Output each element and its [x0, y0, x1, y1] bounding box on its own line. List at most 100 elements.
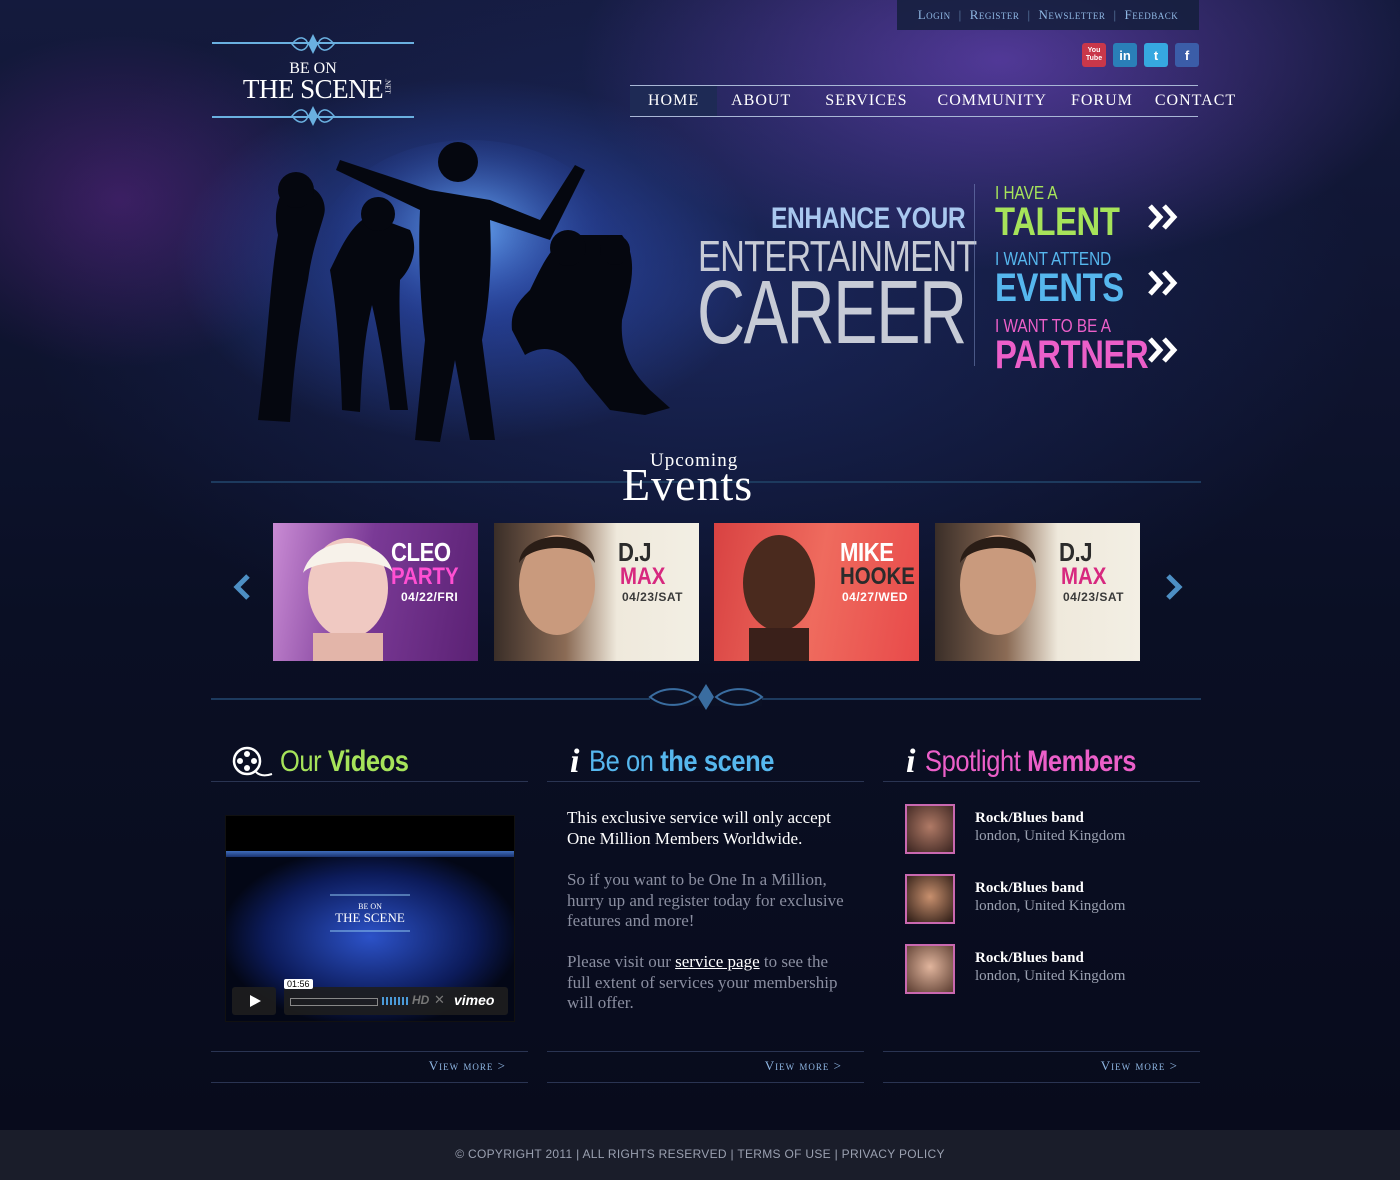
nav-contact[interactable]: Contact — [1155, 86, 1236, 116]
scene-title-light: Be on — [589, 745, 654, 778]
carousel-prev-arrow-icon[interactable] — [232, 574, 252, 600]
linkedin-icon[interactable]: in — [1113, 43, 1137, 67]
info-icon: i — [570, 743, 580, 780]
event-card-portrait — [303, 538, 393, 661]
hero-divider — [974, 184, 975, 366]
event-card-portrait — [519, 535, 595, 635]
facebook-icon[interactable]: f — [1175, 43, 1199, 67]
member-name: Rock/Blues band — [975, 950, 1084, 966]
members-view-more-link[interactable]: View more > — [1101, 1058, 1178, 1074]
ornament-divider-icon — [648, 684, 764, 710]
video-seek-track[interactable] — [290, 998, 378, 1006]
main-nav: Home About Services Community Forum Cont… — [630, 85, 1235, 117]
double-chevron-right-icon[interactable] — [1148, 268, 1182, 298]
members-section-header: i Spotlight Members — [906, 742, 1174, 782]
members-footer: View more > — [883, 1051, 1200, 1083]
feedback-link[interactable]: Feedback — [1125, 7, 1179, 23]
video-player[interactable]: BE ON THE SCENE HD ✕ vimeo 01:56 — [225, 815, 515, 1022]
service-page-link[interactable]: service page — [675, 952, 759, 971]
double-chevron-right-icon[interactable] — [1148, 202, 1182, 232]
double-chevron-right-icon[interactable] — [1148, 335, 1182, 365]
event-card[interactable]: D.J MAX 04/23/SAT — [935, 523, 1140, 661]
nav-forum[interactable]: Forum — [1071, 86, 1133, 116]
event-card-date: 04/23/SAT — [622, 590, 683, 604]
videos-section-header: Our Videos — [232, 742, 431, 782]
event-card-subtitle: HOOKE — [840, 563, 915, 590]
footer-copyright: © COPYRIGHT 2011 | ALL RIGHTS RESERVED |… — [455, 1147, 945, 1161]
members-title-bold: Members — [1027, 745, 1137, 778]
event-card-name: D.J — [1059, 537, 1093, 567]
event-card-portrait — [743, 535, 815, 661]
scene-view-more-link[interactable]: View more > — [765, 1058, 842, 1074]
scene-title: Be on the scene — [589, 745, 774, 779]
videos-title: Our Videos — [280, 745, 409, 779]
event-card[interactable]: CLEO PARTY 04/22/FRI — [273, 523, 478, 661]
members-title: Spotlight Members — [925, 745, 1136, 779]
event-card-subtitle: MAX — [1061, 563, 1107, 590]
site-logo[interactable]: BE ON THE SCENE .NET — [212, 32, 414, 128]
scene-paragraph-2: So if you want to be One In a Million, h… — [567, 870, 844, 930]
member-name: Rock/Blues band — [975, 810, 1084, 826]
event-card[interactable]: MIKE HOOKE 04/27/WED — [714, 523, 919, 661]
nav-services[interactable]: Services — [825, 86, 907, 116]
scene-section-header: i Be on the scene — [570, 742, 807, 782]
top-links-bar: Login | Register | Newsletter | Feedback — [897, 0, 1199, 30]
member-location: london, United Kingdom — [975, 898, 1126, 914]
scene-header-rule — [547, 781, 864, 782]
hd-toggle[interactable]: HD — [412, 993, 429, 1007]
event-card-name: CLEO — [391, 537, 451, 567]
member-avatar[interactable] — [905, 944, 955, 994]
member-item[interactable]: Rock/Blues band london, United Kingdom — [905, 874, 1205, 924]
nav-home[interactable]: Home — [630, 86, 718, 116]
event-card-date: 04/23/SAT — [1063, 590, 1124, 604]
event-card-subtitle: MAX — [620, 563, 666, 590]
separator: | — [1027, 7, 1031, 22]
logo-ornament-bottom — [291, 106, 335, 126]
event-card-date: 04/22/FRI — [401, 590, 459, 604]
scene-title-bold: the scene — [660, 745, 775, 778]
videos-view-more-link[interactable]: View more > — [429, 1058, 506, 1074]
dancers-silhouette-illustration — [258, 140, 670, 442]
video-time: 01:56 — [284, 979, 313, 989]
video-logo-thumbnail: BE ON THE SCENE — [330, 894, 410, 932]
register-link[interactable]: Register — [970, 7, 1020, 23]
members-header-rule — [883, 781, 1200, 782]
hero-headline-line1: ENHANCE YOUR — [771, 202, 966, 235]
member-item[interactable]: Rock/Blues band london, United Kingdom — [905, 804, 1205, 854]
svg-text:THE SCENE: THE SCENE — [335, 910, 405, 925]
cta-events[interactable]: I WANT ATTEND EVENTS — [995, 249, 1152, 311]
scene-footer: View more > — [547, 1051, 864, 1083]
member-avatar[interactable] — [905, 874, 955, 924]
newsletter-link[interactable]: Newsletter — [1039, 7, 1106, 23]
member-location: london, United Kingdom — [975, 968, 1126, 984]
logo-text-net: .NET — [383, 78, 392, 94]
event-card[interactable]: D.J MAX 04/23/SAT — [494, 523, 699, 661]
nav-community[interactable]: Community — [938, 86, 1047, 116]
video-progress-bar[interactable]: HD ✕ vimeo — [284, 987, 508, 1015]
event-card-name: MIKE — [840, 537, 894, 567]
volume-icon[interactable] — [382, 997, 408, 1005]
fullscreen-icon[interactable]: ✕ — [434, 992, 445, 1008]
member-location: london, United Kingdom — [975, 828, 1126, 844]
members-title-light: Spotlight — [925, 745, 1021, 778]
film-reel-icon — [232, 746, 273, 777]
site-footer: © COPYRIGHT 2011 | ALL RIGHTS RESERVED |… — [0, 1130, 1400, 1180]
youtube-icon[interactable]: You Tube — [1082, 43, 1106, 67]
event-card-date: 04/27/WED — [842, 590, 908, 604]
events-title-big: Events — [622, 459, 754, 510]
twitter-icon[interactable]: t — [1144, 43, 1168, 67]
videos-footer: View more > — [211, 1051, 528, 1083]
login-link[interactable]: Login — [918, 7, 951, 23]
cta-talent[interactable]: I HAVE A TALENT — [995, 183, 1147, 245]
member-avatar[interactable] — [905, 804, 955, 854]
event-card-subtitle: PARTY — [391, 563, 459, 590]
cta-talent-title: TALENT — [995, 200, 1120, 244]
play-button[interactable] — [232, 987, 276, 1015]
info-icon: i — [906, 743, 916, 780]
member-item[interactable]: Rock/Blues band london, United Kingdom — [905, 944, 1205, 994]
social-links: You Tube in t f — [1082, 43, 1199, 67]
vimeo-logo[interactable]: vimeo — [454, 992, 494, 1008]
carousel-next-arrow-icon[interactable] — [1164, 574, 1184, 600]
event-card-name: D.J — [618, 537, 652, 567]
nav-about[interactable]: About — [731, 86, 791, 116]
